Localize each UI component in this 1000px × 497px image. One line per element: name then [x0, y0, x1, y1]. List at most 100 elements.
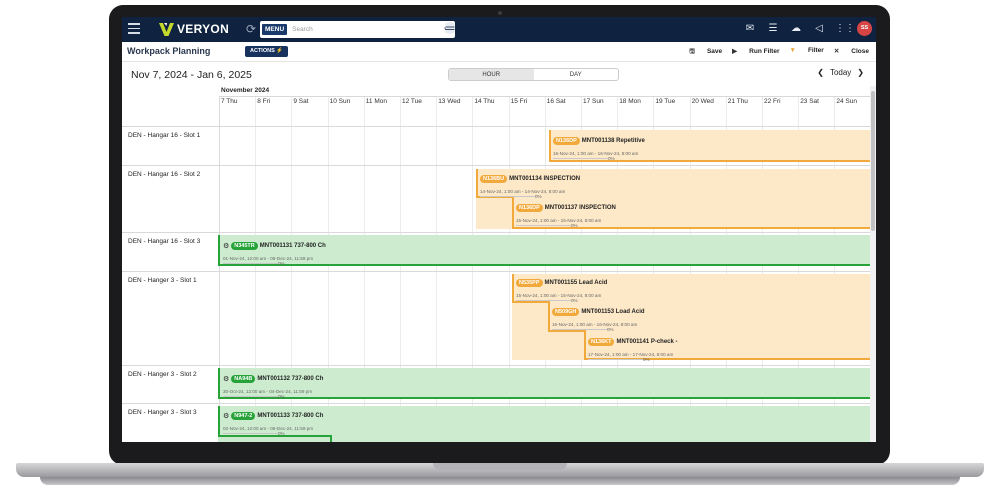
work-order-card[interactable]: ⚙N-KAB1MNT001150 Cylinder a10-Nov-24, 1:… — [336, 437, 436, 442]
close-button[interactable]: ✕ Close — [834, 47, 869, 58]
list-icon[interactable]: ☰ — [766, 22, 780, 36]
day-header: 23 Sat — [800, 98, 819, 105]
day-header: 10 Sun — [329, 98, 351, 105]
workorder-bar-edge — [548, 301, 550, 331]
work-order-card[interactable]: N136KT MNT001141 P-check -17-Nov-24, 1:00… — [588, 333, 678, 363]
row-label: DEN - Hanger 3 - Slot 3 — [128, 409, 197, 416]
close-icon: ✕ — [833, 48, 840, 55]
aircraft-tag[interactable]: N136DP — [516, 203, 543, 212]
refresh-icon[interactable]: ⟳ — [246, 22, 256, 36]
brand-name: VERYON — [177, 22, 230, 36]
aircraft-tag[interactable]: N535PP — [516, 278, 543, 287]
progress-percent: 0% — [608, 156, 615, 161]
scrollbar-thumb[interactable] — [871, 91, 875, 231]
page-header: Workpack Planning ACTIONS ⚡ 🖫 Save ▶ Run F… — [122, 42, 876, 62]
work-order-progress: 0% — [516, 223, 616, 229]
aircraft-tag[interactable]: N136BU — [480, 174, 508, 183]
row-divider — [122, 165, 870, 166]
workorder-bar-edge — [218, 235, 220, 266]
vertical-scrollbar[interactable] — [870, 86, 876, 442]
aircraft-tag[interactable]: N136KT — [588, 337, 615, 346]
work-order-header: ⚙N-KAB1MNT001150 Cylinder a — [336, 437, 436, 442]
top-right-icons: ✉ ☰ ☁ ◁ ⋮⋮⋮ SS — [734, 21, 872, 36]
toggle-hour[interactable]: HOUR — [449, 69, 534, 80]
global-search[interactable]: MENU Search ▼ — [260, 21, 455, 38]
gear-icon[interactable]: ⚙ — [223, 376, 229, 383]
search-input[interactable]: Search — [292, 26, 443, 33]
progress-percent: 0% — [278, 394, 285, 399]
top-bar: VERYON ⟳ MENU Search ▼ ✉ ☰ ☁ ◁ ⋮⋮⋮ SS — [122, 17, 876, 42]
date-nav: ❮ Today ❯ — [811, 68, 864, 77]
day-header: 13 Wed — [438, 98, 461, 105]
brand-logo[interactable]: VERYON — [159, 21, 229, 37]
row-divider — [122, 271, 870, 272]
database-icon[interactable] — [445, 22, 455, 34]
work-order-title: MNT001153 Load Acid — [581, 308, 645, 315]
chevron-left-icon[interactable]: ❮ — [817, 68, 824, 77]
row-label: DEN - Hangar 16 - Slot 1 — [128, 132, 201, 139]
aircraft-tag[interactable]: N345TR — [231, 241, 258, 250]
aircraft-tag[interactable]: N136DP — [553, 136, 580, 145]
chat-icon[interactable]: ☁ — [789, 22, 803, 36]
work-order-card[interactable]: ⚙ NA94B MNT001132 737-800 Ch 30-Oct-24, 12:… — [223, 370, 323, 400]
today-button[interactable]: Today — [830, 68, 851, 77]
user-avatar[interactable]: SS — [857, 21, 872, 36]
run-filter-button[interactable]: ▶ Run Filter — [732, 47, 779, 58]
work-order-progress: 0% — [223, 431, 323, 437]
search-menu-button[interactable]: MENU — [262, 24, 288, 35]
work-order-card[interactable]: N136BU MNT001134 INSPECTION 14-Nov-24, 1:0… — [480, 170, 580, 200]
workorder-bar-edge — [549, 130, 551, 162]
gantt-chart: November 2024 7 Thu 8 Fri 9 Sat 10 Sun 11 Mo… — [122, 86, 870, 442]
work-order-card[interactable]: ⚙ N345TR MNT001131 737-800 Ch 01-Nov-24, 12… — [223, 237, 326, 267]
filter-button[interactable]: ▼ Filter — [790, 47, 824, 58]
workorder-bar-edge — [512, 274, 514, 302]
progress-percent: 0% — [607, 327, 614, 332]
laptop-notch — [433, 463, 567, 470]
work-order-header: ⚙ N947-2 MNT001133 737-800 Ch — [223, 407, 323, 425]
work-order-card[interactable]: N136DP MNT001137 INSPECTION 15-Nov-24, 1:0… — [516, 199, 616, 229]
hamburger-menu-icon[interactable] — [128, 23, 140, 34]
progress-bar — [223, 396, 278, 397]
inbox-icon[interactable]: ✉ — [743, 22, 757, 36]
chevron-right-icon[interactable]: ❯ — [857, 68, 864, 77]
work-order-card[interactable]: N509GH MNT001153 Load Acid 16-Nov-24, 1:00… — [552, 303, 645, 333]
day-header: 9 Sat — [293, 98, 309, 105]
app-screen: VERYON ⟳ MENU Search ▼ ✉ ☰ ☁ ◁ ⋮⋮⋮ SS Wo… — [122, 17, 876, 442]
work-order-card[interactable]: N136DP MNT001138 Repetitive 16-Nov-24, 1:0… — [553, 132, 645, 162]
actions-button[interactable]: ACTIONS ⚡ — [245, 46, 289, 57]
work-order-title: MNT001155 Lead Acid — [544, 279, 608, 286]
row-label: DEN - Hangar 16 - Slot 2 — [128, 171, 201, 178]
row-divider — [122, 365, 870, 366]
progress-bar — [516, 300, 571, 301]
work-order-card[interactable]: ⚙ N947-2 MNT001133 737-800 Ch 02-Nov-24, 12… — [223, 407, 323, 437]
work-order-header: ⚙ N345TR MNT001131 737-800 Ch — [223, 237, 326, 255]
day-header: 8 Fri — [257, 98, 271, 105]
page-title: Workpack Planning — [127, 46, 211, 56]
day-header: 11 Mon — [365, 98, 387, 105]
gear-icon[interactable]: ⚙ — [223, 413, 229, 420]
date-range-label: Nov 7, 2024 - Jan 6, 2025 — [131, 69, 252, 81]
row-label: DEN - Hangar 16 - Slot 3 — [128, 238, 201, 245]
save-button[interactable]: 🖫 Save — [689, 47, 722, 58]
apps-grid-icon[interactable]: ⋮⋮⋮ — [835, 22, 865, 36]
announcement-icon[interactable]: ◁ — [812, 22, 826, 36]
workorder-bar-edge — [476, 169, 478, 197]
day-header: 12 Tue — [402, 98, 422, 105]
day-header: 22 Fri — [764, 98, 781, 105]
work-order-title: MNT001138 Repetitive — [581, 137, 645, 144]
progress-percent: 0% — [571, 223, 578, 228]
workorder-bar-edge — [584, 330, 586, 360]
month-label: November 2024 — [221, 87, 270, 94]
work-order-header: N535PP MNT001155 Lead Acid — [516, 274, 607, 292]
aircraft-tag[interactable]: N509GH — [552, 307, 580, 316]
work-order-title: MNT001137 INSPECTION — [544, 204, 616, 211]
aircraft-tag[interactable]: NA94B — [231, 374, 256, 383]
workorder-bar-edge — [218, 368, 220, 399]
play-icon: ▶ — [732, 48, 738, 55]
day-header: 17 Sun — [583, 98, 604, 105]
work-order-card[interactable]: N535PP MNT001155 Lead Acid 15-Nov-24, 1:00… — [516, 274, 607, 304]
toggle-day[interactable]: DAY — [534, 69, 619, 80]
gear-icon[interactable]: ⚙ — [223, 243, 229, 250]
aircraft-tag[interactable]: N947-2 — [231, 411, 256, 420]
veryon-logo-icon — [159, 22, 174, 36]
